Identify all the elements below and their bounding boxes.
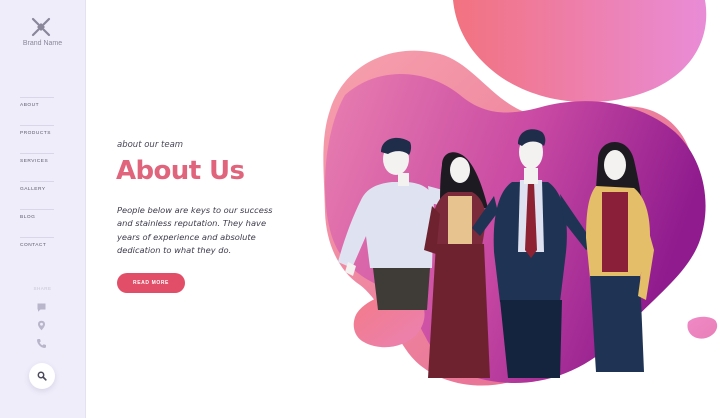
decor-blob-top	[453, 0, 707, 103]
hero-kicker: about our team	[117, 140, 184, 150]
team-illustration	[323, 0, 718, 386]
page-title: About Us	[116, 156, 245, 186]
hero-description: People below are keys to our success and…	[117, 205, 273, 255]
decor-blob-tiny	[687, 316, 718, 339]
read-more-button[interactable]: READ MORE	[117, 273, 185, 293]
